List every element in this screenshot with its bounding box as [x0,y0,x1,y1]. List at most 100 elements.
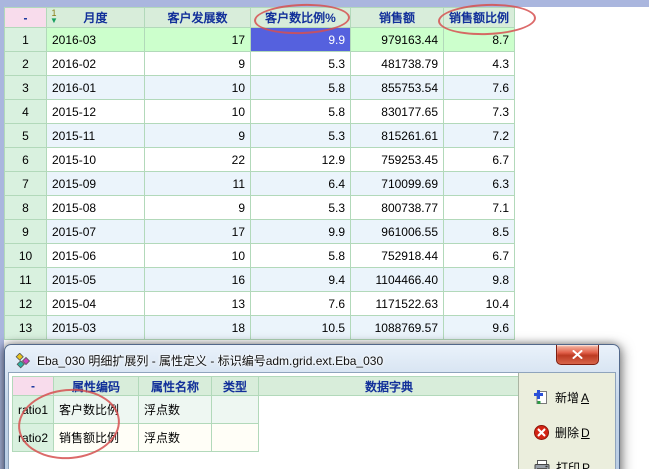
grid-cell[interactable]: 浮点数 [139,396,212,424]
add-button-label: 新增 [555,391,579,405]
row-number-cell[interactable]: 12 [5,292,47,316]
grid-cell[interactable]: 7.6 [444,76,515,100]
column-header[interactable]: 类型 [212,377,259,396]
grid-cell[interactable]: 752918.44 [351,244,444,268]
add-button[interactable]: 新增A [534,389,615,406]
grid-cell[interactable]: 17 [145,220,251,244]
grid-cell[interactable]: 855753.54 [351,76,444,100]
grid-cell[interactable]: 7.1 [444,196,515,220]
dialog-title: Eba_030 明细扩展列 - 属性定义 - 标识编号adm.grid.ext.… [37,352,383,369]
grid-cell[interactable]: 2016-01 [47,76,145,100]
row-number-cell[interactable]: 4 [5,100,47,124]
grid-cell[interactable]: 8.5 [444,220,515,244]
column-header[interactable]: 客户发展数 [145,8,251,28]
column-header[interactable]: 销售额 [351,8,444,28]
grid-cell[interactable]: 7.2 [444,124,515,148]
main-grid: -月度1▼客户发展数客户数比例%销售额销售额比例12016-03179.9979… [4,7,515,340]
grid-cell[interactable]: 7.3 [444,100,515,124]
grid-cell[interactable]: 815261.61 [351,124,444,148]
row-number-cell[interactable]: 5 [5,124,47,148]
grid-cell[interactable]: 710099.69 [351,172,444,196]
grid-cell[interactable]: 2015-05 [47,268,145,292]
grid-cell[interactable]: 2015-11 [47,124,145,148]
grid-cell[interactable]: 9 [145,52,251,76]
grid-cell[interactable]: 6.4 [251,172,351,196]
grid-cell[interactable]: 2016-02 [47,52,145,76]
row-number-cell[interactable]: 6 [5,148,47,172]
grid-cell[interactable]: 2015-04 [47,292,145,316]
grid-cell[interactable]: 9 [145,124,251,148]
dialog-diamonds-icon [15,353,31,369]
grid-cell[interactable]: 2015-03 [47,316,145,340]
grid-cell[interactable]: 6.7 [444,148,515,172]
grid-cell[interactable]: 830177.65 [351,100,444,124]
grid-cell[interactable] [212,424,259,452]
delete-button[interactable]: 删除D [534,424,615,441]
row-number-cell[interactable]: 9 [5,220,47,244]
grid-cell[interactable]: 10 [145,76,251,100]
grid-corner-cell[interactable]: - [5,8,47,28]
grid-cell[interactable]: 16 [145,268,251,292]
grid-cell[interactable]: 9 [145,196,251,220]
grid-cell[interactable]: 961006.55 [351,220,444,244]
row-number-cell[interactable]: 3 [5,76,47,100]
grid-cell[interactable]: 7.6 [251,292,351,316]
grid-cell[interactable]: 1104466.40 [351,268,444,292]
grid-cell[interactable]: 10.4 [444,292,515,316]
grid-cell[interactable]: 5.3 [251,196,351,220]
column-header[interactable]: 属性名称 [139,377,212,396]
grid-cell[interactable]: 22 [145,148,251,172]
row-number-cell[interactable]: 10 [5,244,47,268]
grid-cell[interactable]: 10 [145,244,251,268]
grid-cell[interactable]: 2015-10 [47,148,145,172]
grid-cell[interactable]: 759253.45 [351,148,444,172]
grid-cell[interactable]: 800738.77 [351,196,444,220]
grid-cell[interactable]: 9.8 [444,268,515,292]
close-button[interactable] [556,345,599,365]
grid-cell[interactable]: 481738.79 [351,52,444,76]
row-number-cell[interactable]: 1 [5,28,47,52]
print-button[interactable]: 打印P [534,459,615,469]
grid-cell[interactable]: 5.8 [251,244,351,268]
grid-cell[interactable]: 9.4 [251,268,351,292]
grid-cell[interactable]: 18 [145,316,251,340]
grid-cell[interactable]: 2015-08 [47,196,145,220]
grid-cell[interactable]: 2015-06 [47,244,145,268]
grid-cell[interactable]: 12.9 [251,148,351,172]
grid-cell[interactable]: 5.3 [251,52,351,76]
column-header[interactable]: 数据字典 [259,377,520,396]
grid-cell[interactable]: 2015-07 [47,220,145,244]
grid-cell[interactable]: 6.7 [444,244,515,268]
grid-cell[interactable]: 1171522.63 [351,292,444,316]
grid-cell[interactable]: 17 [145,28,251,52]
row-number-cell[interactable]: 7 [5,172,47,196]
column-header[interactable]: 月度1▼ [47,8,145,28]
grid-cell[interactable]: 2015-12 [47,100,145,124]
grid-cell[interactable]: 10.5 [251,316,351,340]
screen: -月度1▼客户发展数客户数比例%销售额销售额比例12016-03179.9979… [0,0,649,469]
grid-cell[interactable]: 浮点数 [139,424,212,452]
grid-cell[interactable] [212,396,259,424]
grid-cell[interactable]: 9.9 [251,220,351,244]
row-number-cell[interactable]: 13 [5,316,47,340]
grid-cell[interactable]: 2016-03 [47,28,145,52]
add-button-hotkey: A [581,391,589,405]
grid-cell[interactable]: 5.8 [251,100,351,124]
grid-cell[interactable]: 979163.44 [351,28,444,52]
row-number-cell[interactable]: 11 [5,268,47,292]
delete-icon [534,425,549,440]
grid-cell[interactable]: 4.3 [444,52,515,76]
grid-cell[interactable]: 2015-09 [47,172,145,196]
row-number-cell[interactable]: 2 [5,52,47,76]
grid-cell[interactable]: 9.6 [444,316,515,340]
dialog-title-bar: Eba_030 明细扩展列 - 属性定义 - 标识编号adm.grid.ext.… [15,352,544,369]
grid-cell[interactable]: 5.8 [251,76,351,100]
delete-button-hotkey: D [581,426,590,440]
row-number-cell[interactable]: 8 [5,196,47,220]
grid-cell[interactable]: 1088769.57 [351,316,444,340]
grid-cell[interactable]: 5.3 [251,124,351,148]
grid-cell[interactable]: 10 [145,100,251,124]
grid-cell[interactable]: 13 [145,292,251,316]
grid-cell[interactable]: 6.3 [444,172,515,196]
grid-cell[interactable]: 11 [145,172,251,196]
